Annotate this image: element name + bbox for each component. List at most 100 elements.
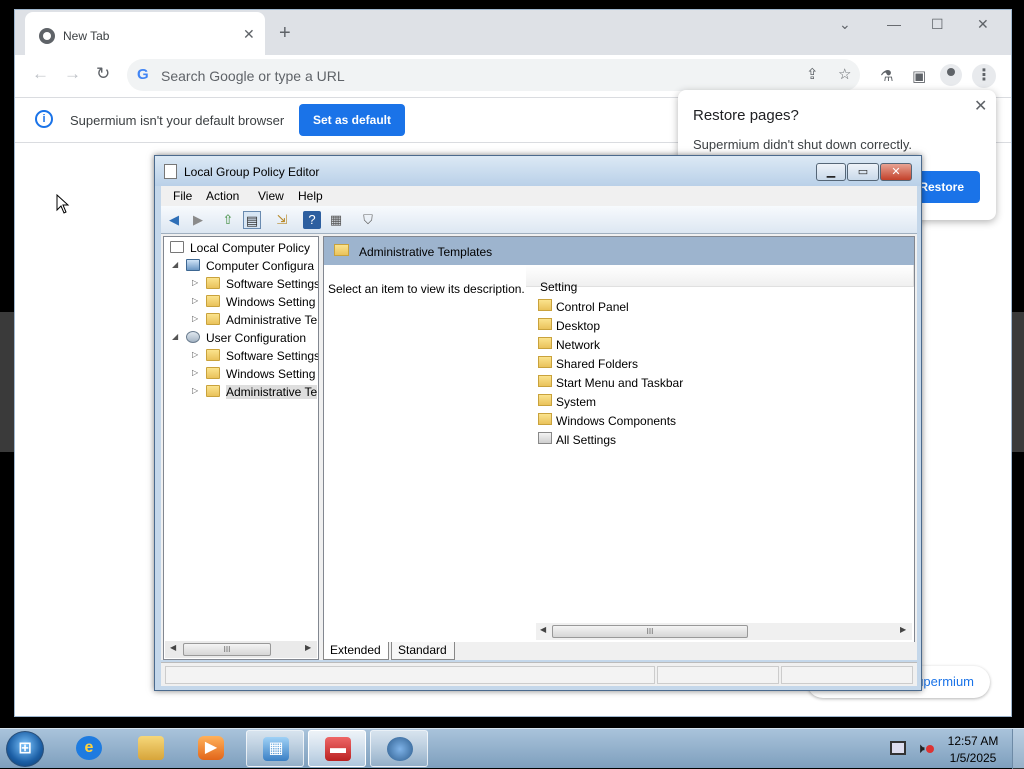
scroll-thumb[interactable]: III xyxy=(183,643,271,656)
expand-arrow-icon[interactable]: ▷ xyxy=(192,296,198,305)
collapse-arrow-icon[interactable]: ◢ xyxy=(172,260,178,269)
menu-help[interactable]: Help xyxy=(298,189,323,203)
gpe-minimize-icon[interactable]: ▁ xyxy=(816,163,846,181)
collapse-arrow-icon[interactable]: ◢ xyxy=(172,332,178,341)
list-item-network[interactable]: Network xyxy=(536,335,736,354)
menu-file[interactable]: File xyxy=(173,189,192,203)
control-panel-icon: ▦ xyxy=(263,737,289,761)
bookmark-star-icon[interactable]: ☆ xyxy=(838,65,851,83)
menu-kebab-icon[interactable]: ⋮ xyxy=(972,64,996,88)
close-icon[interactable]: ✕ xyxy=(977,16,989,33)
mouse-cursor-icon xyxy=(56,194,70,214)
list-item-label: Network xyxy=(556,338,601,352)
taskbar-control-panel[interactable]: ▦ xyxy=(246,730,304,767)
tree-local-computer-policy[interactable]: Local Computer Policy xyxy=(168,239,318,257)
all-settings-icon xyxy=(538,432,552,444)
list-item-system[interactable]: System xyxy=(536,392,736,411)
help-icon[interactable]: ? xyxy=(303,211,321,229)
restore-title: Restore pages? xyxy=(693,107,799,124)
tree-computer-configuration[interactable]: ◢ Computer Configura xyxy=(168,257,318,275)
column-header-setting[interactable]: Setting xyxy=(526,265,914,294)
menu-view[interactable]: View xyxy=(258,189,284,203)
folder-icon xyxy=(334,244,349,256)
tab-close-icon[interactable]: ✕ xyxy=(243,26,255,43)
filter-icon[interactable]: ⛉ xyxy=(359,211,377,229)
details-header: Administrative Templates xyxy=(324,237,914,265)
minimize-icon[interactable]: — xyxy=(887,16,901,32)
tree-user-configuration[interactable]: ◢ User Configuration xyxy=(168,329,318,347)
show-hide-tree-icon[interactable]: ▤ xyxy=(243,211,261,229)
forward-icon[interactable]: → xyxy=(64,65,81,83)
back-icon[interactable]: ← xyxy=(32,65,49,83)
labs-flask-icon[interactable]: ⚗ xyxy=(880,67,893,85)
omnibox[interactable]: G Search Google or type a URL ⇪ ☆ xyxy=(127,59,860,91)
clock-time[interactable]: 12:57 AM xyxy=(944,734,1002,748)
back-icon[interactable]: ◀ xyxy=(165,211,183,229)
gpe-close-icon[interactable]: ✕ xyxy=(880,163,912,181)
gpe-statusbar xyxy=(161,662,917,686)
network-tray-icon[interactable] xyxy=(890,741,906,755)
list-item-windows-components[interactable]: Windows Components xyxy=(536,411,736,430)
new-tab-icon[interactable]: + xyxy=(279,23,291,43)
expand-arrow-icon[interactable]: ▷ xyxy=(192,386,198,395)
tree-label: Windows Setting xyxy=(226,295,316,309)
set-as-default-button[interactable]: Set as default xyxy=(299,104,405,136)
folder-icon xyxy=(538,318,552,330)
gpe-maximize-icon[interactable]: ▭ xyxy=(847,163,879,181)
reload-icon[interactable]: ↻ xyxy=(96,65,110,83)
maximize-icon[interactable]: ☐ xyxy=(931,16,944,33)
list-item-all-settings[interactable]: All Settings xyxy=(536,430,736,449)
properties-icon[interactable]: ▦ xyxy=(327,211,345,229)
scroll-left-icon[interactable]: ◀ xyxy=(170,643,176,652)
desktop: New Tab ✕ + ⌄ — ☐ ✕ ← → ↻ G Search Googl… xyxy=(0,0,1024,769)
tree-administrative-templates-selected[interactable]: ▷ Administrative Te xyxy=(168,383,318,401)
status-cell xyxy=(165,666,655,684)
list-item-shared-folders[interactable]: Shared Folders xyxy=(536,354,736,373)
taskbar-media-player[interactable]: ▶ xyxy=(182,730,240,767)
scroll-right-icon[interactable]: ▶ xyxy=(305,643,311,652)
taskbar-explorer[interactable] xyxy=(122,730,180,767)
scroll-thumb[interactable]: III xyxy=(552,625,748,638)
show-desktop-button[interactable] xyxy=(1012,729,1024,769)
list-horizontal-scrollbar[interactable]: ◀ III ▶ xyxy=(536,623,912,640)
folder-icon xyxy=(538,394,552,406)
restore-message: Supermium didn't shut down correctly. xyxy=(693,137,913,152)
omnibox-input[interactable]: Search Google or type a URL xyxy=(161,68,345,84)
taskbar-supermium[interactable] xyxy=(370,730,428,767)
tree-windows-settings[interactable]: ▷ Windows Setting xyxy=(168,293,318,311)
volume-tray-icon[interactable]: 🕨 xyxy=(916,740,925,757)
tree-software-settings[interactable]: ▷ Software Settings xyxy=(168,275,318,293)
taskbar-group-policy-editor[interactable]: ▬ xyxy=(308,730,366,767)
tree-horizontal-scrollbar[interactable]: ◀ III ▶ xyxy=(165,641,317,658)
tab-search-icon[interactable]: ⌄ xyxy=(839,16,851,33)
start-button[interactable]: ⊞ xyxy=(6,731,44,767)
gpe-titlebar[interactable]: Local Group Policy Editor ▁ ▭ ✕ xyxy=(155,156,921,186)
expand-arrow-icon[interactable]: ▷ xyxy=(192,368,198,377)
tree-software-settings[interactable]: ▷ Software Settings xyxy=(168,347,318,365)
export-list-icon[interactable]: ⇲ xyxy=(273,211,291,229)
scroll-left-icon[interactable]: ◀ xyxy=(540,625,546,634)
up-folder-icon[interactable]: ⇧ xyxy=(219,211,237,229)
list-item-desktop[interactable]: Desktop xyxy=(536,316,736,335)
tree-administrative-templates[interactable]: ▷ Administrative Te xyxy=(168,311,318,329)
media-player-icon: ▶ xyxy=(198,736,224,760)
taskbar-ie[interactable]: e xyxy=(60,730,118,767)
tab-new-tab[interactable]: New Tab ✕ xyxy=(25,12,265,56)
profile-avatar-icon[interactable] xyxy=(940,64,962,86)
clock-date[interactable]: 1/5/2025 xyxy=(944,751,1002,765)
scroll-right-icon[interactable]: ▶ xyxy=(900,625,906,634)
taskbar: ⊞ e ▶ ▦ ▬ 🕨 12:57 AM 1/5/2025 xyxy=(0,728,1024,769)
forward-icon[interactable]: ▶ xyxy=(189,211,207,229)
tab-extended[interactable]: Extended xyxy=(323,642,389,660)
menu-action[interactable]: Action xyxy=(206,189,239,203)
share-icon[interactable]: ⇪ xyxy=(806,65,819,83)
list-item-control-panel[interactable]: Control Panel xyxy=(536,297,736,316)
side-panel-icon[interactable]: ▣ xyxy=(912,67,926,85)
expand-arrow-icon[interactable]: ▷ xyxy=(192,278,198,287)
list-item-start-menu-and-taskbar[interactable]: Start Menu and Taskbar xyxy=(536,373,736,392)
expand-arrow-icon[interactable]: ▷ xyxy=(192,314,198,323)
restore-close-icon[interactable]: ✕ xyxy=(974,96,987,116)
tree-windows-settings[interactable]: ▷ Windows Setting xyxy=(168,365,318,383)
tab-standard[interactable]: Standard xyxy=(391,642,455,660)
expand-arrow-icon[interactable]: ▷ xyxy=(192,350,198,359)
